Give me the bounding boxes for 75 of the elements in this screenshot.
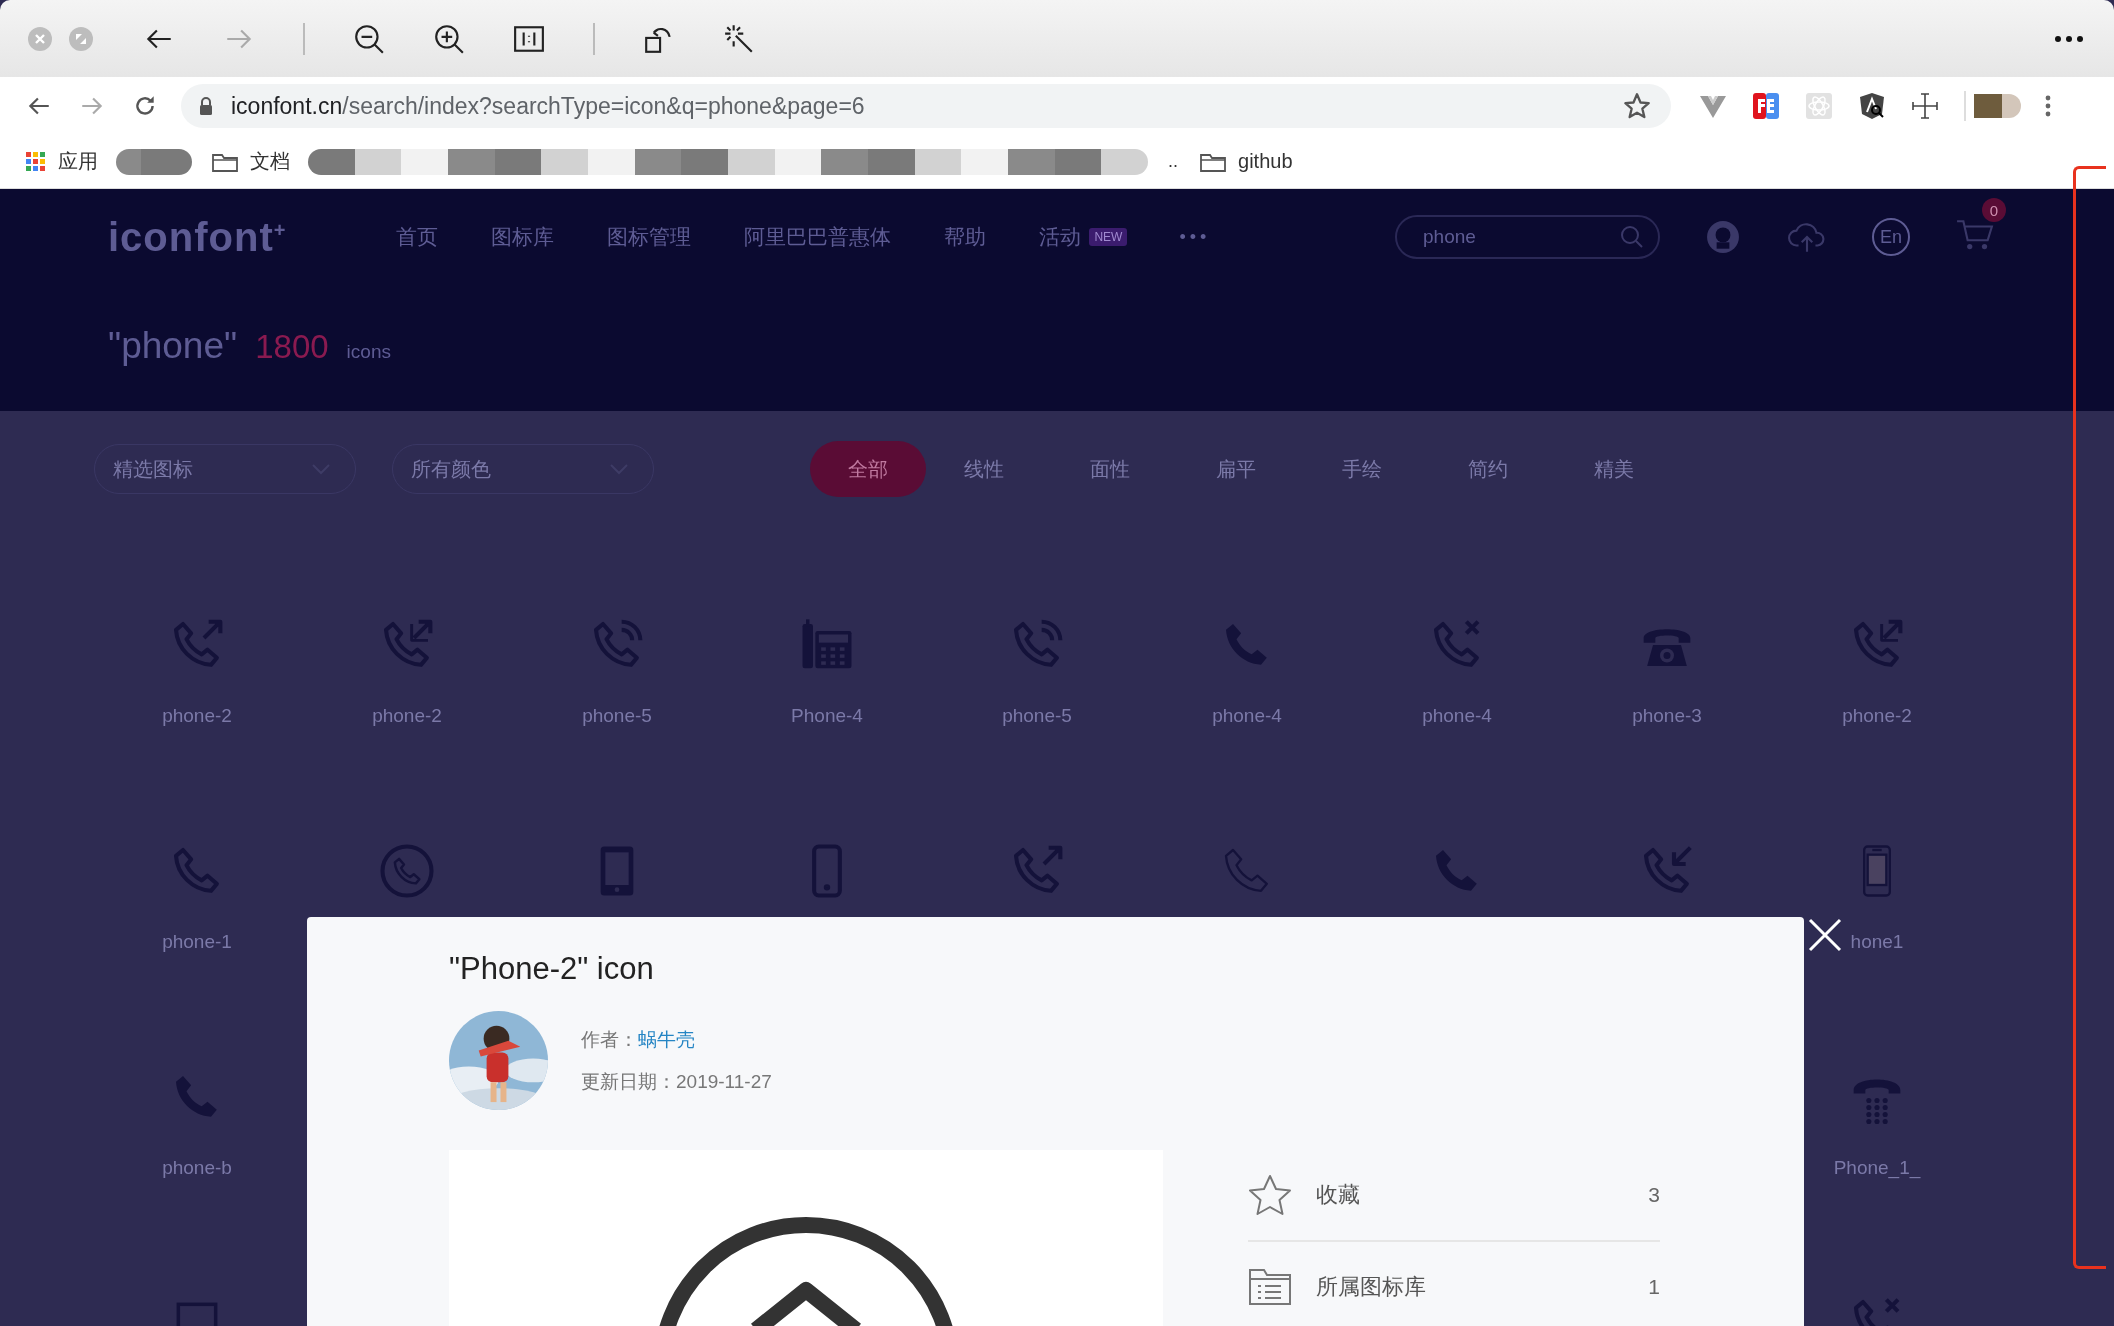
icon-name: phone-5 — [1002, 705, 1072, 727]
style-tab[interactable]: 精美 — [1594, 441, 1634, 497]
style-tab[interactable]: 手绘 — [1342, 441, 1382, 497]
bookmark-star-icon[interactable] — [1623, 92, 1651, 120]
icon-name: phone-1 — [162, 931, 232, 953]
zoom-out-icon[interactable] — [353, 22, 385, 55]
url-text: iconfont.cn/search/index?searchType=icon&q=phone&page=6 — [231, 92, 865, 120]
icon-name: phone-2 — [372, 705, 442, 727]
cloud-upload-icon[interactable] — [1788, 220, 1826, 254]
site-logo[interactable]: iconfont$^{+}$ — [108, 214, 287, 260]
icon-name: phone-b — [162, 1157, 232, 1179]
stat-count: 3 — [1648, 1183, 1660, 1207]
star-icon[interactable] — [1248, 1174, 1292, 1216]
stat-label: 所属图标库 — [1316, 1273, 1427, 1301]
apps-grid-icon[interactable] — [26, 151, 46, 172]
new-badge: NEW — [1089, 228, 1128, 246]
style-tab[interactable]: 全部 — [810, 441, 926, 497]
stat-label: 收藏 — [1316, 1181, 1361, 1209]
user-avatar-icon[interactable] — [1704, 220, 1742, 254]
icon-name: phone-2 — [1842, 705, 1912, 727]
nav-link[interactable]: 图标管理 — [607, 223, 692, 251]
search-query: "phone" — [108, 325, 238, 367]
search-icon[interactable] — [1620, 225, 1644, 249]
bookmark-overflow[interactable]: .. — [1168, 151, 1178, 172]
bookmark-label[interactable]: github — [1238, 150, 1293, 173]
dialog-title: "Phone-2" icon — [449, 951, 655, 987]
filter-dropdown[interactable]: 所有颜色 — [392, 444, 654, 494]
nav-link[interactable]: 阿里巴巴普惠体 — [744, 223, 892, 251]
nav-link[interactable]: 首页 — [396, 223, 439, 251]
fullscreen-icon[interactable] — [69, 26, 93, 51]
result-unit: icons — [346, 341, 391, 363]
icon-name: phone-5 — [582, 705, 652, 727]
profile-button[interactable] — [1974, 94, 2021, 118]
folder-list-icon[interactable] — [1248, 1266, 1292, 1308]
magic-wand-icon[interactable] — [723, 22, 755, 55]
shield-search-icon[interactable] — [1858, 92, 1886, 120]
style-tab[interactable]: 面性 — [1090, 441, 1130, 497]
zoom-in-icon[interactable] — [433, 22, 465, 55]
bookmark-label[interactable]: 应用 — [58, 148, 98, 175]
update-date: 更新日期：2019-11-27 — [581, 1069, 772, 1094]
fe-extension-icon[interactable] — [1752, 92, 1780, 120]
nav-link[interactable]: 活动 — [1039, 223, 1082, 251]
bookmark-label[interactable]: 文档 — [250, 148, 290, 175]
folder-icon[interactable] — [212, 151, 238, 172]
style-tab[interactable]: 线性 — [964, 441, 1004, 497]
cart-count-badge: 0 — [1982, 198, 2006, 222]
icon-name: Phone-4 — [791, 705, 863, 727]
folder-icon[interactable] — [1200, 151, 1226, 172]
lock-icon — [199, 97, 213, 115]
more-icon[interactable] — [2054, 34, 2084, 43]
icon-name: hone1 — [1850, 931, 1904, 953]
search-field[interactable]: phone — [1395, 215, 1660, 259]
icon-name: phone-2 — [162, 705, 232, 727]
more-menu[interactable]: ••• — [1179, 226, 1211, 248]
kebab-menu-icon[interactable] — [2045, 94, 2051, 118]
icon-name: phone-4 — [1212, 705, 1282, 727]
author-link[interactable]: 蜗牛壳 — [638, 1026, 695, 1053]
address-field[interactable]: iconfont.cn/search/index?searchType=icon&q=phone&page=6 — [181, 84, 1671, 128]
language-button[interactable]: En — [1872, 218, 1910, 256]
nav-link[interactable]: 帮助 — [944, 223, 987, 251]
icon-name: phone-4 — [1422, 705, 1492, 727]
style-tab[interactable]: 简约 — [1468, 441, 1508, 497]
icon-name: Phone_1_ — [1833, 1157, 1921, 1179]
cart-icon[interactable] — [1956, 218, 1994, 252]
author-label: 作者： — [581, 1027, 638, 1052]
style-tab[interactable]: 扁平 — [1216, 441, 1256, 497]
icon-name: phone-3 — [1632, 705, 1702, 727]
stat-count: 1 — [1648, 1275, 1660, 1299]
phone-icon[interactable] — [379, 843, 435, 899]
nav-link[interactable]: 图标库 — [491, 223, 555, 251]
crosshair-icon[interactable] — [1911, 92, 1939, 120]
result-count: 1800 — [255, 328, 329, 366]
atom-icon[interactable] — [1805, 92, 1833, 120]
close-icon[interactable] — [1808, 918, 1842, 952]
filter-dropdown[interactable]: 精选图标 — [94, 444, 356, 494]
